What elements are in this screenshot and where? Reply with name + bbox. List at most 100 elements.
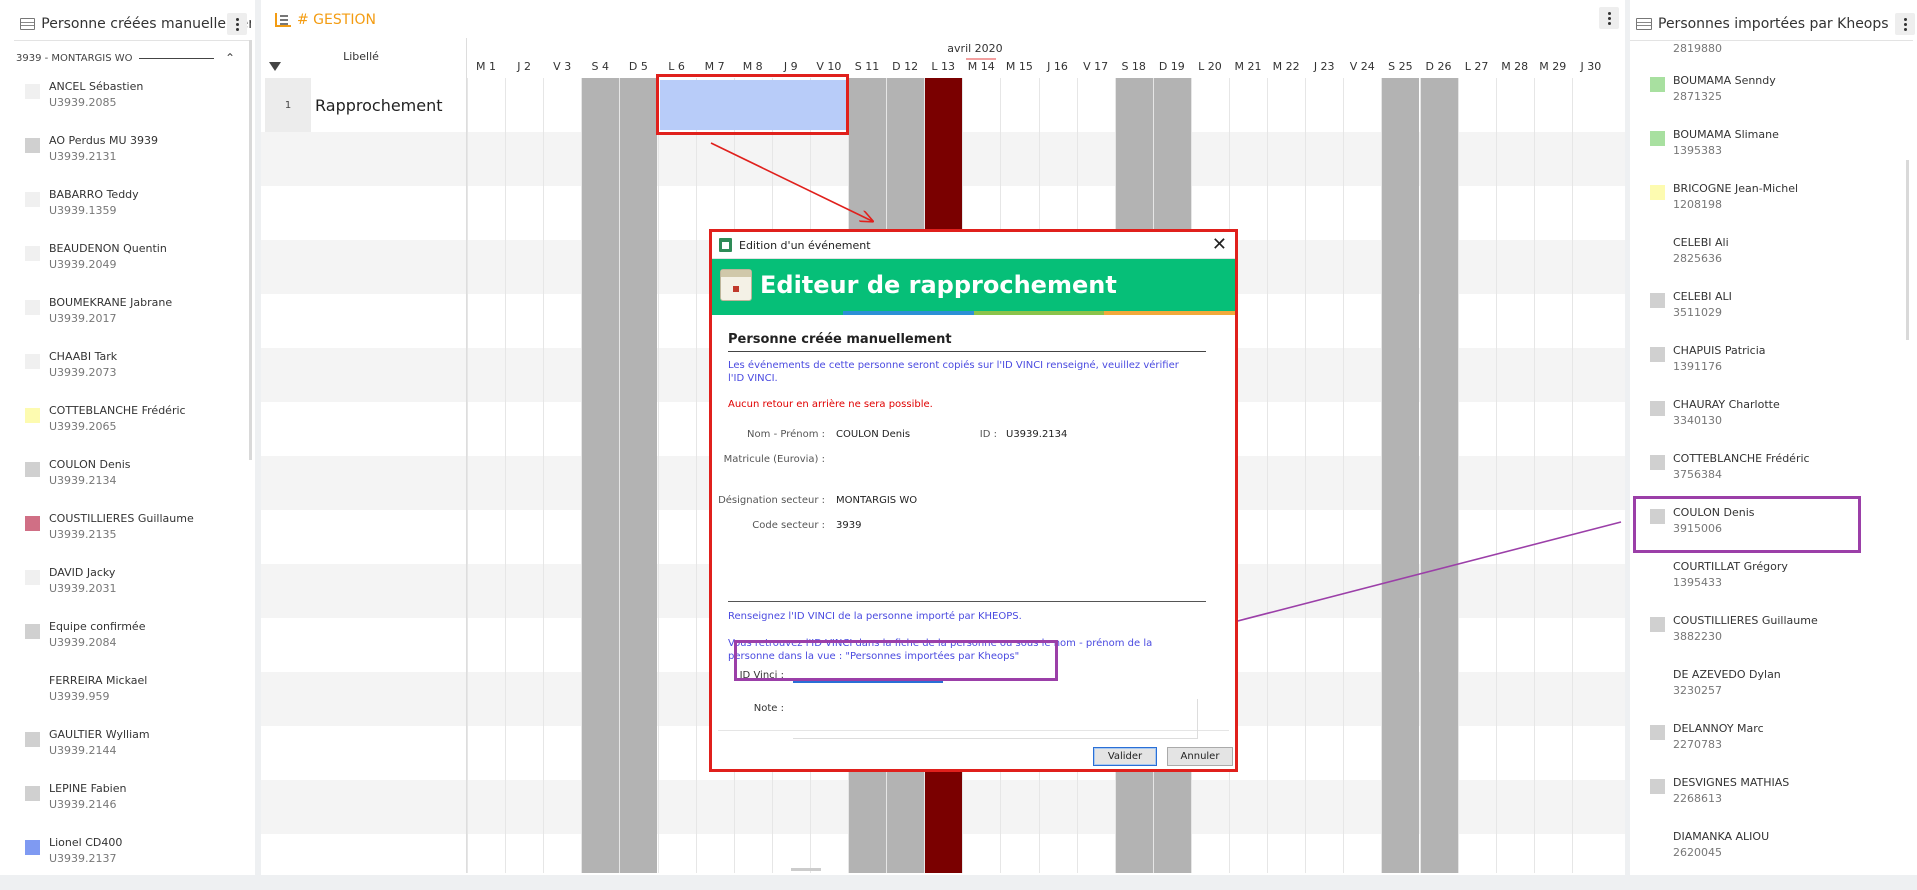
day-label: D 12 xyxy=(892,60,919,73)
person-id: U3939.2137 xyxy=(49,852,117,865)
list-item[interactable]: DESVIGNES MATHIAS 2268613 xyxy=(1630,742,1900,805)
row-label[interactable]: Rapprochement xyxy=(315,78,443,132)
right-scrollbar[interactable] xyxy=(1906,160,1909,340)
note-label: Note : xyxy=(753,703,784,714)
list-item[interactable]: COTTEBLANCHE Frédéric U3939.2065 xyxy=(0,404,250,458)
list-item[interactable]: COULON Denis U3939.2134 xyxy=(0,458,250,512)
day-column[interactable] xyxy=(1495,78,1534,873)
color-swatch xyxy=(1650,671,1665,686)
list-item[interactable]: DAVID Jacky U3939.2031 xyxy=(0,566,250,620)
person-id: U3939.959 xyxy=(49,690,110,703)
list-item[interactable]: CHAPUIS Patricia 1391176 xyxy=(1630,310,1900,373)
day-column[interactable] xyxy=(657,78,696,873)
kebab-menu-icon[interactable] xyxy=(1895,13,1915,35)
list-item[interactable]: DIAMANKA ALIOU 2620045 xyxy=(1630,796,1900,859)
person-name: DIAMANKA ALIOU xyxy=(1673,830,1770,843)
color-swatch xyxy=(1650,293,1665,308)
person-name: CHAABI Tark xyxy=(49,350,118,363)
list-item[interactable]: BRICOGNE Jean-Michel 1208198 xyxy=(1630,148,1900,211)
day-label: J 9 xyxy=(783,60,798,73)
designation-secteur-label: Désignation secteur : xyxy=(718,495,825,506)
day-label: L 27 xyxy=(1464,60,1489,73)
list-item[interactable]: CHAABI Tark U3939.2073 xyxy=(0,350,250,404)
kebab-menu-icon[interactable] xyxy=(227,13,247,35)
weekend-column[interactable] xyxy=(581,78,620,873)
color-swatch xyxy=(1650,833,1665,848)
list-item[interactable]: ANCEL Sébastien U3939.2085 xyxy=(0,80,250,134)
list-item[interactable]: BABARRO Teddy U3939.1359 xyxy=(0,188,250,242)
stripe-segment xyxy=(1104,311,1235,315)
day-label: J 2 xyxy=(517,60,531,73)
gantt-row-headers: Libellé 1 Rapprochement xyxy=(261,38,466,873)
list-item[interactable]: BEAUDENON Quentin U3939.2049 xyxy=(0,242,250,296)
list-item[interactable]: COTTEBLANCHE Frédéric 3756384 xyxy=(1630,418,1900,481)
day-column[interactable] xyxy=(1343,78,1381,873)
weekend-column[interactable] xyxy=(1419,78,1458,873)
section-divider xyxy=(728,351,1206,352)
person-name: COUSTILLIERES Guillaume xyxy=(49,512,194,525)
list-item[interactable]: Equipe confirmée U3939.2084 xyxy=(0,620,250,674)
day-column[interactable] xyxy=(1571,78,1610,873)
left-scrollbar[interactable] xyxy=(249,40,252,460)
day-column[interactable] xyxy=(505,78,543,873)
list-item[interactable]: CHAURAY Charlotte 3340130 xyxy=(1630,364,1900,427)
gestion-header: # GESTION xyxy=(261,7,1625,33)
list-item[interactable]: CELEBI Ali 2825636 xyxy=(1630,202,1900,265)
list-item[interactable]: BOUMAMA Slimane 1395383 xyxy=(1630,94,1900,157)
person-name: CHAPUIS Patricia xyxy=(1673,344,1766,357)
day-label: M 21 xyxy=(1234,60,1262,73)
dialog-titlebar[interactable]: Edition d'un événement ✕ xyxy=(712,232,1235,259)
day-label: S 4 xyxy=(591,60,610,73)
day-label: V 10 xyxy=(816,60,842,73)
day-column[interactable] xyxy=(1305,78,1343,873)
close-icon[interactable]: ✕ xyxy=(1212,234,1227,256)
person-name: COUSTILLIERES Guillaume xyxy=(1673,614,1818,627)
list-item[interactable]: Lionel CD400 U3939.2137 xyxy=(0,836,250,890)
list-item[interactable]: GAULTIER Wylliam U3939.2144 xyxy=(0,728,250,782)
list-item[interactable]: AO Perdus MU 3939 U3939.2131 xyxy=(0,134,250,188)
list-item[interactable]: DELANNOY Marc 2270783 xyxy=(1630,688,1900,751)
filter-icon[interactable] xyxy=(269,62,281,71)
note-textarea[interactable] xyxy=(793,699,1198,739)
weekend-column[interactable] xyxy=(619,78,658,873)
list-item[interactable]: DE AZEVEDO Dylan 3230257 xyxy=(1630,634,1900,697)
person-name: COTTEBLANCHE Frédéric xyxy=(1673,452,1810,465)
row-number: 1 xyxy=(265,78,311,132)
day-label: M 7 xyxy=(704,60,725,73)
id-vinci-highlight-box xyxy=(734,640,1058,681)
day-column[interactable] xyxy=(543,78,581,873)
day-column[interactable] xyxy=(1457,78,1496,873)
person-id: U3939.2084 xyxy=(49,636,117,649)
color-swatch xyxy=(1650,563,1665,578)
person-name: DE AZEVEDO Dylan xyxy=(1673,668,1781,681)
list-item[interactable]: CELEBI ALI 3511029 xyxy=(1630,256,1900,319)
person-id: 2620045 xyxy=(1673,846,1722,859)
app-icon xyxy=(719,238,732,252)
group-header[interactable]: 3939 - MONTARGIS WO ⌃ xyxy=(16,46,238,70)
day-column[interactable] xyxy=(467,78,505,873)
list-item[interactable]: FERREIRA Mickael U3939.959 xyxy=(0,674,250,728)
cancel-button[interactable]: Annuler xyxy=(1167,747,1233,766)
day-column[interactable] xyxy=(1533,78,1572,873)
dialog-window-title: Edition d'un événement xyxy=(739,238,871,252)
list-item[interactable]: COUSTILLIERES Guillaume U3939.2135 xyxy=(0,512,250,566)
day-label: M 22 xyxy=(1272,60,1300,73)
row-stripe xyxy=(261,672,466,726)
validate-button[interactable]: Valider xyxy=(1093,747,1157,766)
day-label: D 26 xyxy=(1425,60,1452,73)
kebab-menu-icon[interactable] xyxy=(1599,7,1619,29)
list-item[interactable]: BOUMAMA Senndy 2871325 xyxy=(1630,40,1900,103)
weekend-column[interactable] xyxy=(1381,78,1420,873)
horizontal-scrollbar[interactable] xyxy=(791,868,821,871)
list-item[interactable]: BOUMEKRANE Jabrane U3939.2017 xyxy=(0,296,250,350)
event-highlight-box xyxy=(656,74,849,135)
person-name: DESVIGNES MATHIAS xyxy=(1673,776,1790,789)
kheops-persons-panel: Personnes importées par Kheops 2819880 B… xyxy=(1630,0,1917,875)
month-label: avril 2020 xyxy=(947,42,1003,55)
list-item[interactable]: COUSTILLIERES Guillaume 3882230 xyxy=(1630,580,1900,643)
day-column[interactable] xyxy=(1267,78,1305,873)
chevron-up-icon[interactable]: ⌃ xyxy=(222,51,238,65)
person-name: BEAUDENON Quentin xyxy=(49,242,167,255)
list-item[interactable]: LEPINE Fabien U3939.2146 xyxy=(0,782,250,836)
code-secteur-value: 3939 xyxy=(836,520,862,531)
